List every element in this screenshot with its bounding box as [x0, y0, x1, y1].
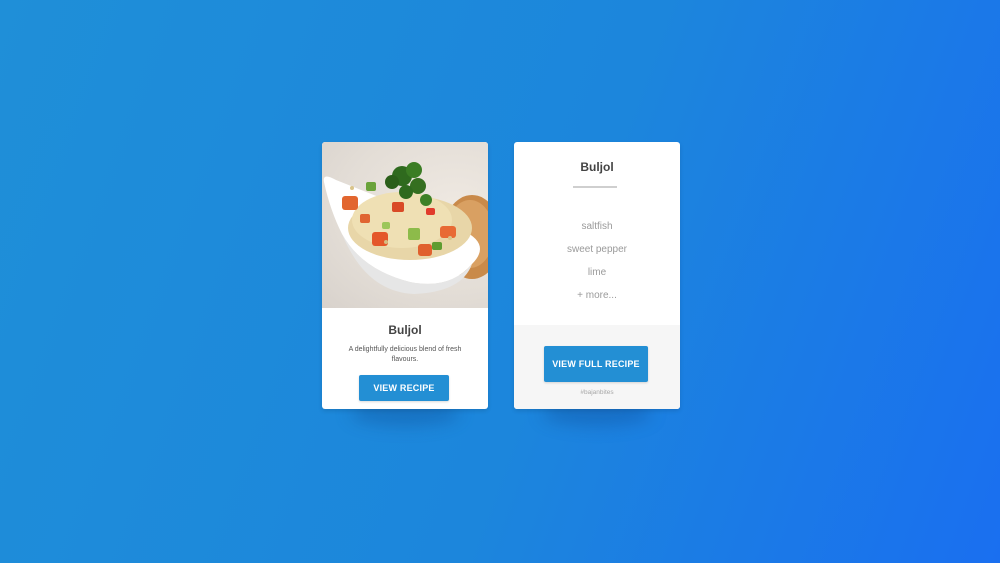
recipe-description: A delightfully delicious blend of fresh …	[348, 346, 462, 363]
ingredients-card: Buljol saltfish sweet pepper lime + more…	[514, 142, 680, 409]
ingredient-item: sweet pepper	[566, 244, 628, 255]
ingredient-item: saltfish	[581, 221, 613, 232]
view-recipe-button[interactable]: VIEW RECIPE	[359, 375, 449, 401]
food-photo	[322, 142, 488, 308]
ingredient-item: lime	[587, 267, 607, 278]
more-ingredients-link[interactable]: + more...	[514, 290, 680, 301]
hashtag: #bajanbites	[580, 389, 614, 396]
ingredients-title: Buljol	[580, 160, 614, 174]
view-full-recipe-button[interactable]: VIEW FULL RECIPE	[544, 346, 648, 382]
recipe-card: Buljol A delightfully delicious blend of…	[322, 142, 488, 409]
recipe-title: Buljol	[388, 323, 422, 337]
title-divider	[573, 186, 617, 188]
